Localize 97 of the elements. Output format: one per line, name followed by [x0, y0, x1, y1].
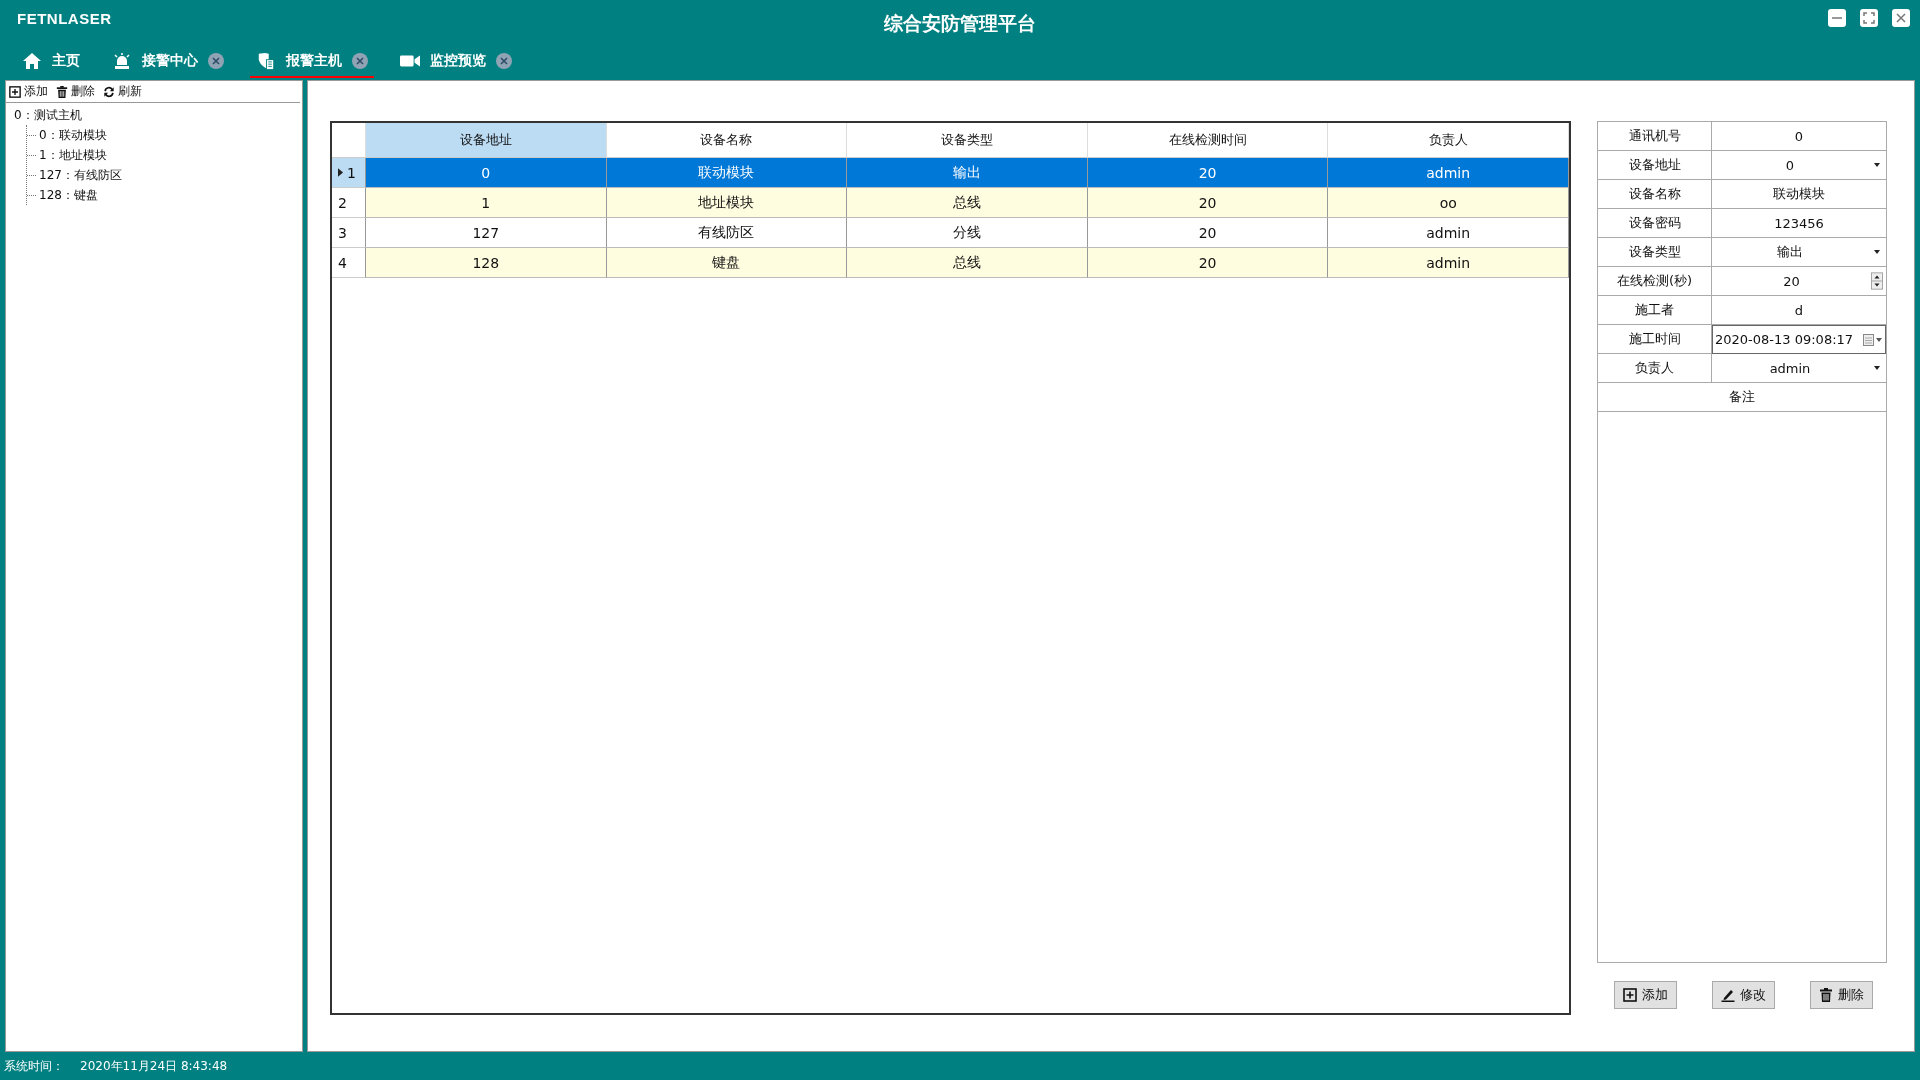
table-cell[interactable]: admin — [1328, 158, 1569, 188]
table-cell[interactable]: 联动模块 — [606, 158, 848, 188]
table-cell[interactable]: 20 — [1087, 188, 1329, 218]
tab[interactable]: 报警主机 — [250, 46, 374, 78]
tree-item[interactable]: 127：有线防区 — [37, 165, 122, 185]
alarm-light-icon — [112, 52, 132, 70]
row-header[interactable]: 4 — [332, 248, 366, 278]
minimize-button[interactable] — [1828, 9, 1846, 27]
field-label: 设备密码 — [1598, 209, 1712, 238]
calendar-icon[interactable] — [1863, 333, 1883, 346]
status-label: 系统时间： — [4, 1057, 64, 1075]
field-label: 设备类型 — [1598, 238, 1712, 267]
close-icon[interactable] — [496, 53, 512, 69]
column-header[interactable]: 设备地址 — [366, 123, 607, 158]
column-header[interactable]: 设备类型 — [847, 123, 1088, 158]
toolbar-button[interactable]: 添加 — [9, 83, 48, 100]
trash-icon — [1819, 988, 1833, 1002]
pencil-icon — [1721, 988, 1735, 1002]
maximize-button[interactable] — [1860, 9, 1878, 27]
current-row-icon — [338, 168, 343, 177]
grid-corner — [332, 123, 366, 158]
row-header[interactable]: 3 — [332, 218, 366, 248]
row-number: 2 — [338, 194, 347, 211]
row-number: 3 — [338, 224, 347, 241]
refresh-icon — [103, 85, 115, 98]
tab[interactable]: 监控预览 — [394, 46, 518, 78]
field-label: 通讯机号 — [1598, 122, 1712, 151]
table-cell[interactable]: admin — [1328, 218, 1569, 248]
field-label: 负责人 — [1598, 354, 1712, 383]
toolbar-button[interactable]: 删除 — [56, 83, 95, 100]
tab-label: 监控预览 — [430, 52, 486, 70]
spinner-arrows-icon[interactable] — [1871, 272, 1883, 290]
window-title: 综合安防管理平台 — [884, 11, 1036, 36]
number-field[interactable]: 20 — [1712, 267, 1886, 296]
table-cell[interactable]: 127 — [366, 218, 607, 248]
table-cell[interactable]: admin — [1328, 248, 1569, 278]
dropdown-field[interactable]: 输出 — [1712, 238, 1886, 267]
table-cell[interactable]: 总线 — [847, 248, 1088, 278]
table-cell[interactable]: 分线 — [847, 218, 1088, 248]
close-icon[interactable] — [208, 53, 224, 69]
dropdown-arrow-icon[interactable] — [1874, 163, 1880, 167]
toolbar-button[interactable]: 刷新 — [103, 83, 142, 100]
dropdown-arrow-icon[interactable] — [1874, 366, 1880, 370]
date-time-field[interactable]: 2020-08-13 09:08:17 — [1712, 325, 1886, 354]
input-field[interactable]: 联动模块 — [1712, 180, 1886, 209]
table-cell[interactable]: 20 — [1087, 248, 1329, 278]
home-icon — [22, 52, 42, 70]
shield-icon — [256, 52, 276, 70]
trash-icon — [56, 85, 68, 98]
field-label: 施工时间 — [1598, 325, 1712, 354]
tab[interactable]: 主页 — [16, 46, 86, 78]
tree-item[interactable]: 128：键盘 — [37, 185, 98, 205]
tab-label: 接警中心 — [142, 52, 198, 70]
tab[interactable]: 接警中心 — [106, 46, 230, 78]
row-number: 1 — [347, 164, 356, 181]
status-time: 2020年11月24日 8:43:48 — [80, 1057, 228, 1075]
form-button[interactable]: 修改 — [1712, 981, 1775, 1009]
table-cell[interactable]: 总线 — [847, 188, 1088, 218]
dropdown-arrow-icon[interactable] — [1874, 250, 1880, 254]
input-field[interactable]: 123456 — [1712, 209, 1886, 238]
form-button[interactable]: 删除 — [1810, 981, 1873, 1009]
form-button[interactable]: 添加 — [1614, 981, 1677, 1009]
logo: FETNLASER — [17, 10, 112, 27]
row-header[interactable]: 1 — [332, 158, 366, 188]
row-number: 4 — [338, 254, 347, 271]
field-label: 设备地址 — [1598, 151, 1712, 180]
table-cell[interactable]: 地址模块 — [606, 188, 848, 218]
row-header[interactable]: 2 — [332, 188, 366, 218]
field-label: 施工者 — [1598, 296, 1712, 325]
close-icon[interactable] — [352, 53, 368, 69]
input-field[interactable]: d — [1712, 296, 1886, 325]
field-label: 在线检测(秒) — [1598, 267, 1712, 296]
plus-square-icon — [1623, 988, 1637, 1002]
tree-item[interactable]: 0：测试主机 — [12, 105, 82, 125]
table-cell[interactable]: 0 — [366, 158, 607, 188]
table-cell[interactable]: 键盘 — [606, 248, 848, 278]
column-header[interactable]: 设备名称 — [606, 123, 848, 158]
table-cell[interactable]: 有线防区 — [606, 218, 848, 248]
tab-label: 主页 — [52, 52, 80, 70]
table-cell[interactable]: oo — [1328, 188, 1569, 218]
column-header[interactable]: 在线检测时间 — [1087, 123, 1329, 158]
dropdown-field[interactable]: admin — [1712, 354, 1886, 383]
column-header[interactable]: 负责人 — [1328, 123, 1569, 158]
table-cell[interactable]: 20 — [1087, 218, 1329, 248]
table-cell[interactable]: 128 — [366, 248, 607, 278]
dropdown-field[interactable]: 0 — [1712, 151, 1886, 180]
field-label: 设备名称 — [1598, 180, 1712, 209]
input-field[interactable]: 0 — [1712, 122, 1886, 151]
tree-item[interactable]: 0：联动模块 — [37, 125, 107, 145]
table-cell[interactable]: 输出 — [847, 158, 1088, 188]
close-button[interactable] — [1892, 9, 1910, 27]
notes-label: 备注 — [1598, 383, 1886, 412]
table-cell[interactable]: 1 — [366, 188, 607, 218]
table-cell[interactable]: 20 — [1087, 158, 1329, 188]
tab-label: 报警主机 — [286, 52, 342, 70]
plus-square-icon — [9, 85, 21, 98]
tree-item[interactable]: 1：地址模块 — [37, 145, 107, 165]
